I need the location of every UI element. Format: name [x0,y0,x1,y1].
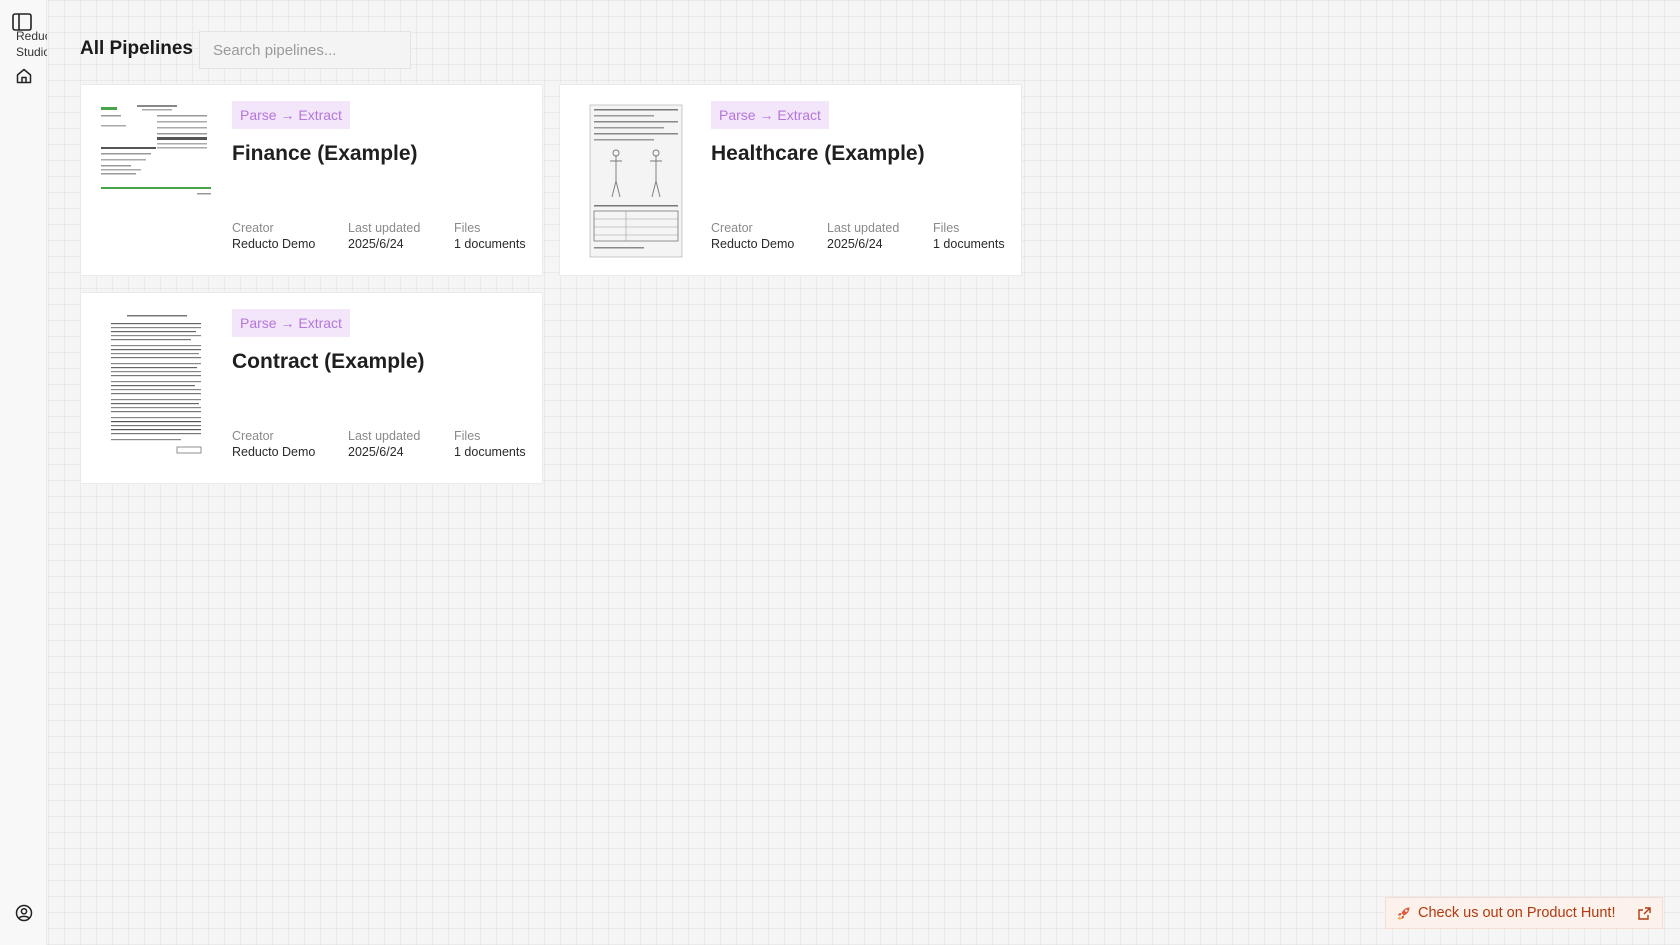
pipeline-card-contract[interactable]: Parse → Extract Contract (Example) Creat… [80,292,543,484]
updated-label: Last updated [827,221,900,235]
creator-value: Reducto Demo [711,237,795,251]
home-icon[interactable] [15,67,33,85]
brand-line-2: Studio [16,45,47,59]
creator-label: Creator [711,221,753,235]
pipeline-card-finance[interactable]: Parse → Extract Finance (Example) Creato… [80,84,543,276]
updated-meta: Last updated 2025/6/24 [348,428,420,460]
updated-meta: Last updated 2025/6/24 [348,220,420,252]
pipeline-type-badge: Parse → Extract [711,101,829,129]
creator-value: Reducto Demo [232,237,316,251]
files-meta: Files 1 documents [454,220,526,252]
page-title: All Pipelines [80,38,193,59]
updated-value: 2025/6/24 [348,445,404,459]
sidebar: Reducto Studio [0,0,47,945]
pipeline-type-badge: Parse → Extract [232,309,350,337]
banner-text: Check us out on Product Hunt! [1418,905,1616,921]
updated-meta: Last updated 2025/6/24 [827,220,899,252]
pipeline-title: Healthcare (Example) [711,142,925,165]
files-value: 1 documents [933,237,1005,251]
files-value: 1 documents [454,445,526,459]
creator-meta: Creator Reducto Demo [232,428,315,460]
pipeline-type-badge: Parse → Extract [232,101,350,129]
creator-meta: Creator Reducto Demo [232,220,315,252]
external-link-icon [1638,906,1651,920]
brand-line-1: Reducto [16,29,47,43]
creator-label: Creator [232,221,274,235]
files-label: Files [454,429,481,443]
files-label: Files [454,221,481,235]
pipeline-title: Finance (Example) [232,142,418,165]
product-hunt-banner[interactable]: Check us out on Product Hunt! [1385,897,1663,929]
files-meta: Files 1 documents [454,428,526,460]
updated-label: Last updated [348,221,421,235]
updated-value: 2025/6/24 [827,237,883,251]
files-value: 1 documents [454,237,526,251]
rocket-icon [1397,907,1410,920]
search-input[interactable] [199,31,411,69]
document-thumbnail [97,309,215,469]
document-thumbnail [97,101,215,261]
updated-value: 2025/6/24 [348,237,404,251]
creator-label: Creator [232,429,274,443]
pipeline-title: Contract (Example) [232,350,425,373]
creator-meta: Creator Reducto Demo [711,220,794,252]
user-circle-icon[interactable] [15,904,33,922]
pipeline-card-healthcare[interactable]: Parse → Extract Healthcare (Example) Cre… [559,84,1022,276]
files-label: Files [933,221,960,235]
brand-name: Reducto Studio [16,28,47,60]
document-thumbnail [576,101,694,261]
creator-value: Reducto Demo [232,445,316,459]
updated-label: Last updated [348,429,421,443]
files-meta: Files 1 documents [933,220,1005,252]
